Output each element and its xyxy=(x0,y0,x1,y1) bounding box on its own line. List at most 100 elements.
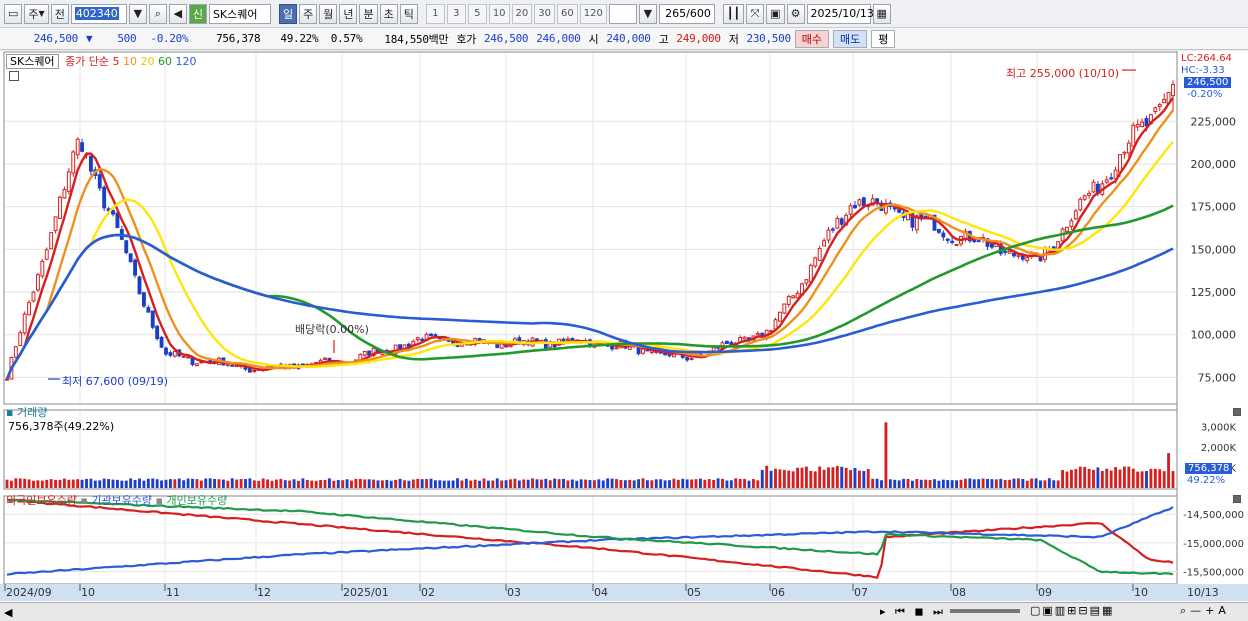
legend-foreign: 외국인보유수량 xyxy=(6,494,77,507)
window-menu-icon[interactable]: ▭ xyxy=(4,3,23,24)
volume-bar xyxy=(1012,478,1016,488)
interval-1-button[interactable]: 1 xyxy=(425,3,445,24)
period-dropdown[interactable]: 주 ▼ xyxy=(24,3,49,24)
volume-bar xyxy=(681,478,685,488)
x-axis-label: 04 xyxy=(594,586,608,599)
chart-area[interactable]: 75,000 100,000 125,000 150,000 175,000 200,00… xyxy=(0,51,1248,621)
volume-bar xyxy=(871,478,875,488)
bottom-scroll-bar[interactable]: ◀ ▸ ⏮ ◼ ⏭ ▢▣▥⊞⊟▤▦ ⌕—+A xyxy=(0,602,1248,621)
evaluate-button[interactable]: 평 xyxy=(871,29,896,48)
zoom-controls[interactable]: ⌕—+A xyxy=(1180,604,1230,618)
candle-body xyxy=(906,213,910,221)
candle-body xyxy=(817,247,822,261)
period-tick-button[interactable]: 틱 xyxy=(399,3,418,24)
zoom-slider[interactable] xyxy=(950,609,1020,613)
candle-body xyxy=(786,296,791,305)
date-input[interactable]: 2025/10/13 xyxy=(806,3,874,24)
count-display[interactable]: 265/600 xyxy=(658,3,715,24)
gear-icon[interactable]: ⚙ xyxy=(786,3,805,24)
volume-bar xyxy=(919,479,923,488)
volume-bar xyxy=(844,467,848,488)
institution-holding-line xyxy=(6,506,1174,576)
volume-bar xyxy=(336,480,340,488)
period-year-button[interactable]: 년 xyxy=(339,3,358,24)
volume-panel-close-icon[interactable] xyxy=(1233,406,1241,419)
volume-bar xyxy=(906,478,910,488)
playback-controls[interactable]: ▸ ⏮ ◼ ⏭ xyxy=(880,605,946,619)
interval-10-button[interactable]: 10 xyxy=(488,3,510,24)
volume-bar xyxy=(791,471,795,488)
candle-body xyxy=(58,196,62,219)
volume-bar xyxy=(129,478,133,488)
volume-bar xyxy=(804,466,808,488)
candle-body xyxy=(141,292,146,307)
stock-name-field[interactable]: SK스퀘어 xyxy=(208,3,271,24)
period-minute-button[interactable]: 분 xyxy=(359,3,378,24)
volume-bar xyxy=(1043,480,1047,488)
period-second-button[interactable]: 초 xyxy=(379,3,398,24)
volume-bar xyxy=(1039,480,1042,488)
buy-button[interactable]: 매수 xyxy=(794,29,830,48)
period-week-button[interactable]: 주 xyxy=(299,3,318,24)
crosshair-icon[interactable]: ⤧ xyxy=(746,3,765,24)
volume-bar xyxy=(67,479,71,488)
holding-panel-close-icon[interactable] xyxy=(1233,493,1241,506)
volume-bar xyxy=(1056,480,1060,488)
code-dropdown-icon[interactable]: ▼ xyxy=(128,3,147,24)
stock-name-tag[interactable]: SK스퀘어 xyxy=(6,54,59,69)
chart-canvas[interactable]: 75,000 100,000 125,000 150,000 175,000 200,00… xyxy=(0,51,1248,621)
ma-legend-120: 120 xyxy=(175,55,197,68)
interval-20-button[interactable]: 20 xyxy=(511,3,533,24)
search-icon[interactable]: ⌕ xyxy=(148,3,167,24)
volume-bar xyxy=(522,479,526,488)
prev-button[interactable]: 전 xyxy=(50,3,69,24)
speaker-icon[interactable]: ◀ xyxy=(168,3,187,24)
interval-custom-input[interactable] xyxy=(608,3,637,24)
volume-bar xyxy=(1047,478,1051,488)
volume-bar xyxy=(994,479,998,488)
grid-toggle-icon[interactable] xyxy=(9,71,19,84)
interval-dropdown-icon[interactable]: ▼ xyxy=(638,3,657,24)
sell-button[interactable]: 매도 xyxy=(833,29,868,48)
save-icon[interactable]: ▣ xyxy=(766,3,785,24)
volume-bar xyxy=(557,479,561,488)
volume-bar xyxy=(1122,466,1126,488)
view-mode-icons[interactable]: ▢▣▥⊞⊟▤▦ xyxy=(1030,604,1114,617)
calendar-icon[interactable]: ▦ xyxy=(872,3,891,24)
volume-bar xyxy=(305,479,309,488)
scroll-left-icon[interactable]: ◀ xyxy=(4,606,12,619)
stock-code-input[interactable]: 402340 xyxy=(70,3,127,24)
volume-bar xyxy=(1096,467,1100,488)
volume-bar xyxy=(279,478,283,488)
candle-body xyxy=(1073,210,1078,220)
volume-bar xyxy=(721,478,724,488)
volume-bar xyxy=(712,479,716,488)
interval-60-button[interactable]: 60 xyxy=(557,3,578,24)
candle-body xyxy=(755,332,760,336)
period-month-button[interactable]: 월 xyxy=(319,3,338,24)
volume-bar xyxy=(654,479,658,488)
volume-bar xyxy=(89,478,93,488)
candle-body xyxy=(1135,123,1140,128)
candle-body xyxy=(1162,98,1167,104)
candle-body xyxy=(791,295,796,299)
interval-30-button[interactable]: 30 xyxy=(534,3,556,24)
candle-body xyxy=(252,369,257,372)
current-price: 246,500 xyxy=(33,32,79,45)
volume-bar xyxy=(438,480,442,488)
volume-bar xyxy=(659,479,663,488)
volume-bar xyxy=(416,478,420,488)
candle-body xyxy=(813,257,818,267)
interval-5-button[interactable]: 5 xyxy=(467,3,487,24)
interval-3-button[interactable]: 3 xyxy=(446,3,466,24)
volume-tick-label: 2,000K xyxy=(1201,443,1237,454)
period-day-button[interactable]: 일 xyxy=(278,3,298,24)
interval-120-button[interactable]: 120 xyxy=(579,3,607,24)
credit-badge[interactable]: 신 xyxy=(188,3,207,24)
volume-ratio: 49.22% xyxy=(280,32,319,45)
volume-bar xyxy=(341,480,345,488)
volume-bar xyxy=(261,478,265,488)
candle-type-icon[interactable]: ┃┃ xyxy=(722,3,745,24)
volume-bar xyxy=(535,479,539,488)
candle-body xyxy=(950,240,955,243)
